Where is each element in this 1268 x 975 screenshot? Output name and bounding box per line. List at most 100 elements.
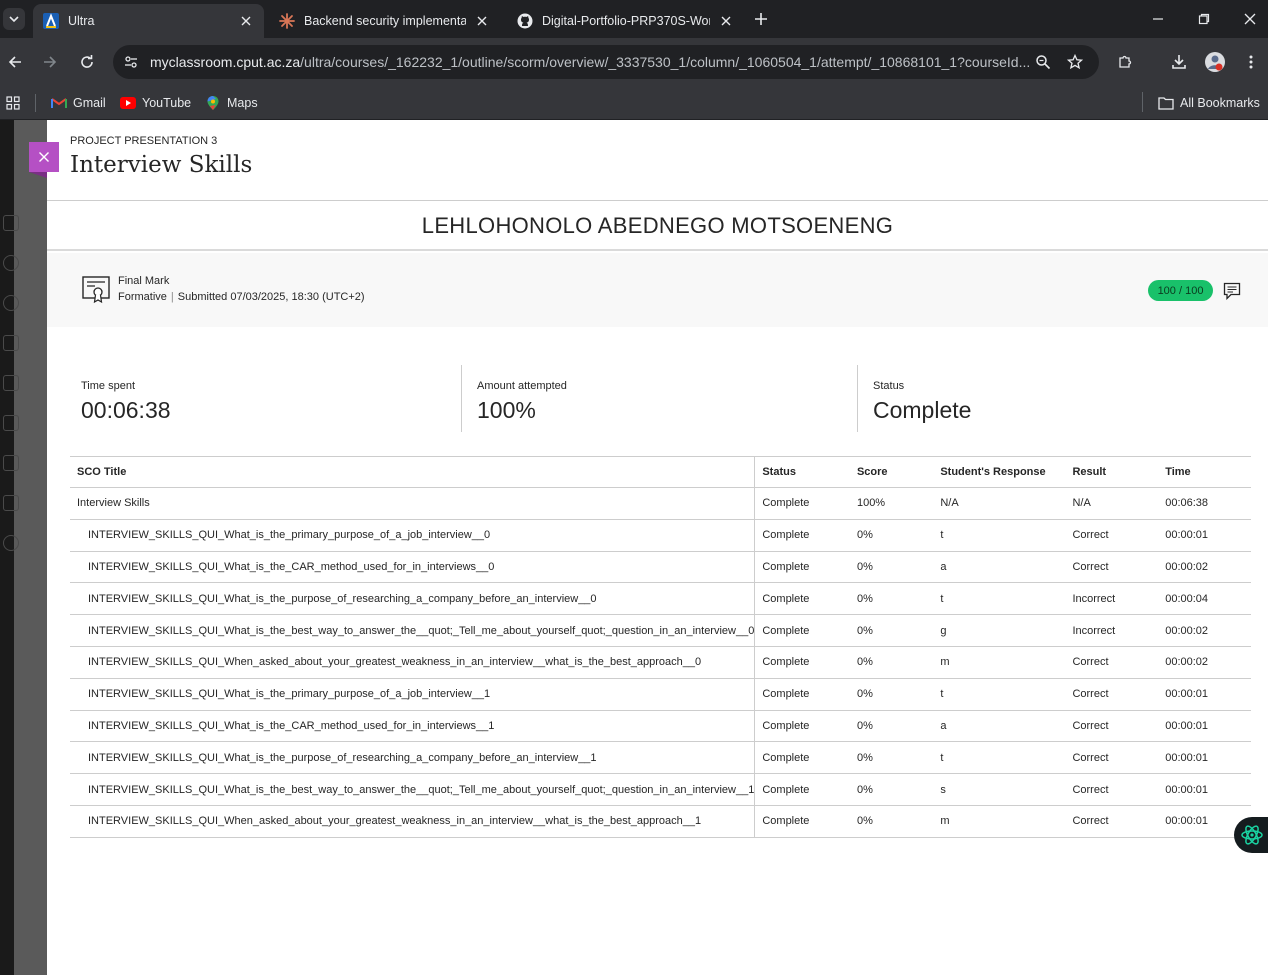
grade-type: Formative: [118, 291, 167, 303]
cell-score: 0%: [849, 805, 934, 838]
close-tab-icon[interactable]: [474, 13, 490, 29]
minimize-icon: [1153, 18, 1163, 20]
cell-time: 00:00:02: [1158, 551, 1251, 584]
cell-score: 0%: [849, 741, 934, 775]
all-bookmarks-button[interactable]: All Bookmarks: [1158, 92, 1260, 114]
ai-assistant-button[interactable]: [1234, 817, 1268, 853]
close-panel-button[interactable]: [29, 142, 59, 172]
kebab-menu-icon: [1249, 55, 1253, 69]
cell-result: Correct: [1065, 551, 1159, 584]
bookmark-youtube[interactable]: YouTube: [120, 92, 191, 114]
cell-response: t: [933, 582, 1066, 616]
close-tab-icon[interactable]: [238, 13, 254, 29]
cell-status: Complete: [754, 551, 850, 584]
extensions-button[interactable]: [1113, 50, 1137, 74]
activity-icon: [3, 295, 19, 311]
stat-label: Time spent: [81, 380, 136, 392]
cell-result: Correct: [1065, 741, 1159, 775]
reload-button[interactable]: [75, 50, 99, 74]
github-icon: [517, 13, 533, 29]
youtube-icon: [120, 95, 136, 111]
close-window-button[interactable]: [1238, 8, 1262, 30]
table-row: INTERVIEW_SKILLS_QUI_What_is_the_purpose…: [70, 582, 1251, 616]
dimmed-content: [14, 120, 47, 975]
cell-sco-title: INTERVIEW_SKILLS_QUI_What_is_the_CAR_met…: [70, 710, 756, 743]
meta-separator: |: [170, 291, 174, 303]
tab-digital-portfolio[interactable]: Digital-Portfolio-PRP370S-Work: [507, 4, 744, 38]
cell-score: 0%: [849, 519, 934, 552]
new-tab-button[interactable]: [751, 9, 771, 29]
close-tab-icon[interactable]: [718, 13, 734, 29]
header-result: Result: [1065, 456, 1159, 488]
forward-button[interactable]: [38, 50, 62, 74]
header-status: Status: [754, 456, 850, 488]
cell-status: Complete: [754, 741, 850, 775]
cell-response: s: [933, 773, 1066, 806]
cell-sco-title: INTERVIEW_SKILLS_QUI_What_is_the_CAR_met…: [70, 551, 756, 584]
table-row: INTERVIEW_SKILLS_QUI_When_asked_about_yo…: [70, 805, 1251, 838]
tools-icon: [3, 495, 19, 511]
cell-score: 0%: [849, 646, 934, 679]
cell-status: Complete: [754, 582, 850, 616]
tab-search-button[interactable]: [3, 8, 25, 30]
table-row: INTERVIEW_SKILLS_QUI_What_is_the_CAR_met…: [70, 551, 1251, 584]
cell-result: N/A: [1065, 487, 1159, 520]
minimize-button[interactable]: [1146, 8, 1170, 30]
tab-backend-security[interactable]: Backend security implementatio: [269, 4, 500, 38]
cell-sco-title: INTERVIEW_SKILLS_QUI_When_asked_about_yo…: [70, 646, 756, 679]
all-bookmarks-label: All Bookmarks: [1180, 96, 1260, 110]
bookmark-star-icon[interactable]: [1066, 53, 1084, 71]
cell-status: Complete: [754, 773, 850, 806]
final-mark-meta: Formative | Submitted 07/03/2025, 18:30 (U…: [118, 291, 365, 303]
cell-status: Complete: [754, 487, 850, 520]
bookmark-gmail[interactable]: Gmail: [51, 92, 106, 114]
cell-sco-title: INTERVIEW_SKILLS_QUI_When_asked_about_yo…: [70, 805, 756, 838]
cell-sco-title: INTERVIEW_SKILLS_QUI_What_is_the_purpose…: [70, 741, 756, 775]
address-bar[interactable]: myclassroom.cput.ac.za/ultra/courses/_16…: [113, 45, 1099, 79]
avatar-icon: [1205, 52, 1225, 72]
cell-sco-title: INTERVIEW_SKILLS_QUI_What_is_the_best_wa…: [70, 773, 756, 806]
submitted-date: Submitted 07/03/2025, 18:30 (UTC+2): [177, 291, 365, 303]
cell-response: m: [933, 646, 1066, 679]
cell-result: Incorrect: [1065, 614, 1159, 647]
arrow-right-icon: [44, 56, 57, 68]
cell-status: Complete: [754, 678, 850, 711]
tab-ultra[interactable]: Ultra: [33, 4, 264, 38]
profile-avatar[interactable]: [1203, 50, 1227, 74]
cell-status: Complete: [754, 646, 850, 679]
browser-menu-button[interactable]: [1239, 50, 1263, 74]
cell-response: t: [933, 519, 1066, 552]
restore-button[interactable]: [1192, 8, 1216, 30]
zoom-icon[interactable]: [1034, 53, 1052, 71]
student-name: LEHLOHONOLO ABEDNEGO MOTSOENENG: [47, 201, 1268, 251]
downloads-button[interactable]: [1167, 50, 1191, 74]
puzzle-icon: [1119, 55, 1132, 68]
sign-out-icon: [3, 535, 19, 551]
cell-result: Correct: [1065, 678, 1159, 711]
bookmark-maps[interactable]: Maps: [205, 92, 258, 114]
tab-title: Ultra: [68, 14, 95, 28]
cell-status: Complete: [754, 710, 850, 743]
url-path: /ultra/courses/_162232_1/outline/scorm/o…: [300, 54, 1030, 70]
url-host: myclassroom.cput.ac.za: [150, 54, 301, 70]
browser-tab-strip: Ultra Backend security implementatio Dig…: [0, 0, 1268, 38]
bookmark-label: YouTube: [142, 96, 192, 110]
grade-pill[interactable]: 100 / 100: [1148, 280, 1213, 301]
close-icon: [39, 152, 49, 162]
arrow-left-icon: [8, 56, 21, 68]
grades-icon: [3, 455, 19, 471]
restore-icon: [1198, 13, 1210, 25]
stat-divider: [857, 365, 858, 432]
feedback-icon[interactable]: [1222, 281, 1242, 301]
back-button[interactable]: [3, 50, 27, 74]
table-row: INTERVIEW_SKILLS_QUI_What_is_the_best_wa…: [70, 614, 1251, 647]
cell-score: 0%: [849, 614, 934, 647]
cell-score: 0%: [849, 678, 934, 711]
cell-result: Correct: [1065, 773, 1159, 806]
apps-button[interactable]: [5, 92, 27, 114]
apps-grid-icon: [5, 95, 21, 111]
site-info-icon[interactable]: [121, 52, 141, 72]
claude-icon: [279, 13, 295, 29]
cell-score: 100%: [849, 487, 934, 520]
stat-time-spent: Time spent 00:06:38: [70, 363, 460, 432]
